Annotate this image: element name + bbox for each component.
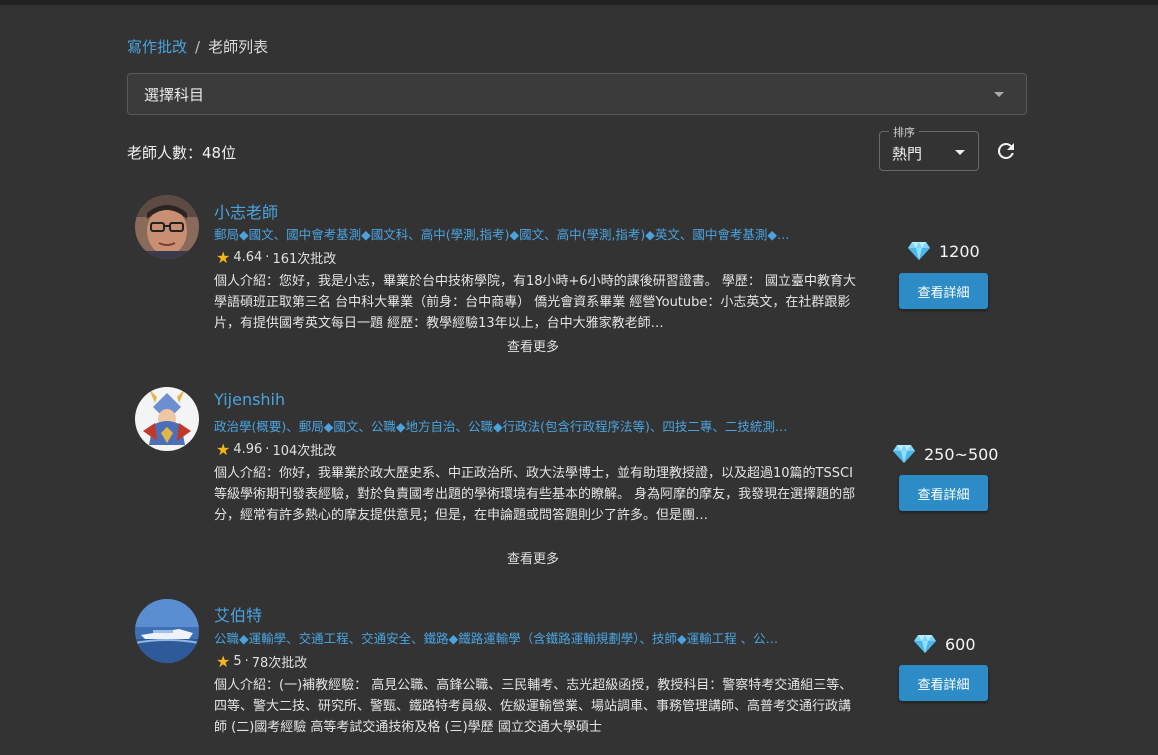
diamond-icon: [893, 445, 915, 463]
review-count: 78次批改: [251, 656, 308, 671]
price-value: 600: [945, 634, 976, 654]
rating-separator: ·: [244, 654, 249, 669]
diamond-icon: [914, 635, 936, 653]
top-bar: [0, 0, 1158, 5]
teacher-name[interactable]: Yijenshih: [214, 390, 285, 409]
teacher-tags: 公職◆運輸學、交通工程、交通安全、鐵路◆鐵路運輸學（含鐵路運輸規劃學）、技師◆運…: [214, 631, 779, 646]
rating-value: 5: [233, 654, 242, 669]
teacher-price: 250~500: [892, 444, 998, 464]
teacher-intro: 個人介紹：你好，我畢業於政大歷史系、中正政治所、政大法學博士，並有助理教授證，以…: [214, 466, 856, 523]
teacher-tags: 郵局◆國文、國中會考基測◆國文科、高中(學測,指考)◆國文、高中(學測,指考)◆…: [214, 227, 790, 242]
chevron-down-icon: [994, 92, 1004, 97]
sort-select[interactable]: 排序 熱門: [879, 124, 979, 171]
price-value: 1200: [939, 241, 980, 261]
breadcrumb: 寫作批改 / 老師列表: [127, 36, 268, 57]
rating-value: 4.64: [233, 250, 263, 265]
teacher-tags: 政治學(概要)、郵局◆國文、公職◆地方自治、公職◆行政法(包含行政程序法等)、四…: [214, 419, 788, 434]
diamond-icon: [908, 242, 930, 260]
teacher-rating: ★ 4.96 · 104次批改: [216, 440, 336, 459]
review-count: 161次批改: [272, 252, 337, 267]
teacher-avatar[interactable]: [135, 195, 199, 259]
teacher-avatar[interactable]: [135, 387, 199, 451]
teacher-rating: ★ 4.64 · 161次批改: [216, 248, 336, 267]
rating-separator: ·: [265, 250, 270, 265]
review-count: 104次批改: [272, 444, 337, 459]
view-details-button[interactable]: 查看詳細: [899, 475, 988, 511]
teacher-name[interactable]: 艾伯特: [214, 602, 262, 626]
teacher-price: 600: [913, 634, 976, 654]
subject-select[interactable]: 選擇科目: [127, 73, 1027, 115]
teacher-intro: 個人介紹：(一)補教經驗： 高見公職、高鋒公職、三民輔考、志光超級函授，教授科目…: [214, 678, 853, 735]
subject-select-placeholder: 選擇科目: [144, 85, 205, 104]
view-details-button[interactable]: 查看詳細: [899, 273, 988, 309]
breadcrumb-current: 老師列表: [208, 38, 269, 56]
star-icon: ★: [216, 248, 231, 267]
teacher-name[interactable]: 小志老師: [214, 199, 278, 223]
rating-separator: ·: [265, 442, 270, 457]
star-icon: ★: [216, 652, 231, 671]
teacher-price: 1200: [907, 241, 980, 261]
rating-value: 4.96: [233, 442, 263, 457]
star-icon: ★: [216, 440, 231, 459]
teacher-rating: ★ 5 · 78次批改: [216, 652, 307, 671]
sort-value: 熱門: [892, 145, 923, 163]
breadcrumb-link-writing-review[interactable]: 寫作批改: [127, 36, 187, 57]
sort-label: 排序: [889, 124, 919, 140]
refresh-icon[interactable]: [994, 139, 1018, 163]
teacher-intro: 個人介紹：您好，我是小志，畢業於台中技術學院，有18小時+6小時的課後研習證書。…: [214, 274, 856, 331]
caret-down-icon: [955, 150, 965, 155]
see-more-link[interactable]: 查看更多: [507, 336, 559, 355]
see-more-link[interactable]: 查看更多: [507, 548, 559, 567]
teacher-count: 老師人數：48位: [127, 144, 237, 162]
view-details-button[interactable]: 查看詳細: [899, 665, 988, 701]
teacher-avatar[interactable]: [135, 599, 199, 663]
price-value: 250~500: [924, 444, 999, 464]
breadcrumb-separator: /: [195, 37, 201, 56]
